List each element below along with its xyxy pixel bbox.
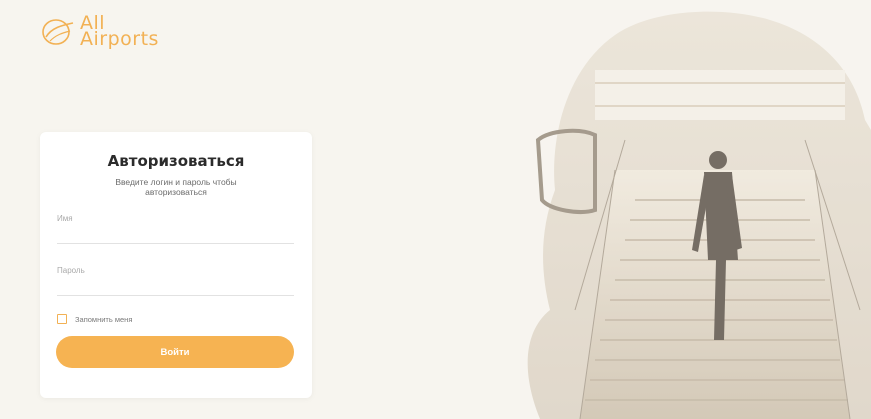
man-stairs-double-exposure-image [520, 10, 871, 419]
password-placeholder: Пароль [57, 266, 85, 275]
login-subtitle: Введите логин и пароль чтобы авторизоват… [115, 177, 237, 197]
login-card: Авторизоваться Введите логин и пароль чт… [40, 132, 312, 398]
name-placeholder: Имя [57, 214, 73, 223]
remember-label: Запомнить меня [75, 314, 133, 324]
brand-line2: Airports [80, 28, 159, 50]
brand-logo[interactable]: All Airports [40, 14, 159, 50]
login-button[interactable]: Войти [56, 336, 294, 368]
globe-plane-icon [42, 19, 74, 45]
name-field[interactable]: Имя [57, 210, 294, 244]
login-title: Авторизоваться [107, 152, 245, 170]
password-field[interactable]: Пароль [57, 262, 294, 296]
remember-me[interactable]: Запомнить меня [57, 314, 132, 324]
brand-name: All Airports [80, 14, 159, 50]
remember-checkbox[interactable] [57, 314, 67, 324]
